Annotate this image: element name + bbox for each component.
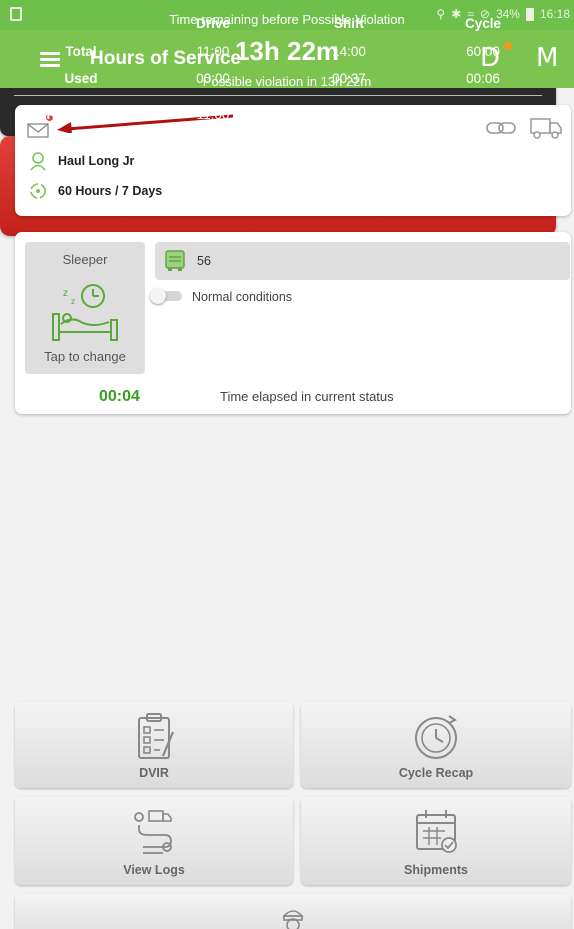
violation-detail: Possible violation in 13h 22m [202,74,372,89]
violation-time: 13h 22m [234,36,340,66]
mail-icon[interactable] [27,123,49,138]
driver-name-row: Haul Long Jr [28,151,134,171]
clipboard-checklist-icon [138,713,175,759]
vehicle-bar[interactable]: 56 [155,242,570,280]
svg-text:z: z [71,297,75,306]
link-icon[interactable] [485,120,517,136]
vehicle-number: 56 [197,254,211,268]
more-button[interactable] [15,894,571,929]
app-screen: ⚲ ✱ ≈ ⊘ 34% 16:18 Hours of Service D M H… [0,0,574,929]
view-logs-label: View Logs [123,863,185,877]
remaining-shift: 13:00 [332,107,366,122]
vehicle-icon [165,250,185,271]
calendar-check-icon [416,810,457,853]
table-divider [14,95,542,96]
inspector-icon [282,910,304,929]
route-logs-icon [134,810,172,854]
tap-to-change-hint: Tap to change [44,349,126,364]
shipments-button[interactable]: Shipments [301,797,571,885]
ruleset-row: 60 Hours / 7 Days [28,181,162,201]
sleeper-berth-icon: z z [52,284,118,341]
view-logs-button[interactable]: View Logs [15,797,293,885]
violation-heading: Time remaining before Possible Violation [169,12,405,27]
cycle-ruleset-icon [30,183,46,199]
elapsed-time-label: Time elapsed in current status [220,389,394,404]
current-status-label: Sleeper [62,252,108,267]
conditions-toggle[interactable] [150,288,182,304]
status-card: Sleeper z z Tap to change 56 Normal cond… [15,232,571,414]
clock-cycle-icon [415,715,457,759]
ruleset-label: 60 Hours / 7 Days [58,184,163,198]
elapsed-time: 00:04 [99,388,140,405]
svg-text:z: z [63,288,68,299]
change-status-button[interactable]: Sleeper z z Tap to change [25,242,145,374]
dvir-label: DVIR [139,766,169,780]
driver-icon [30,152,46,171]
driver-name: Haul Long Jr [58,154,135,168]
cycle-recap-button[interactable]: Cycle Recap [301,702,571,788]
remaining-cycle: 59:00 [466,107,500,122]
row-label-remaining: Remaining [46,107,116,122]
remaining-drive: 11:00 [196,107,230,122]
shipments-label: Shipments [404,863,468,877]
dvir-button[interactable]: DVIR [15,702,293,788]
cycle-recap-label: Cycle Recap [398,766,474,780]
conditions-label: Normal conditions [192,290,293,304]
